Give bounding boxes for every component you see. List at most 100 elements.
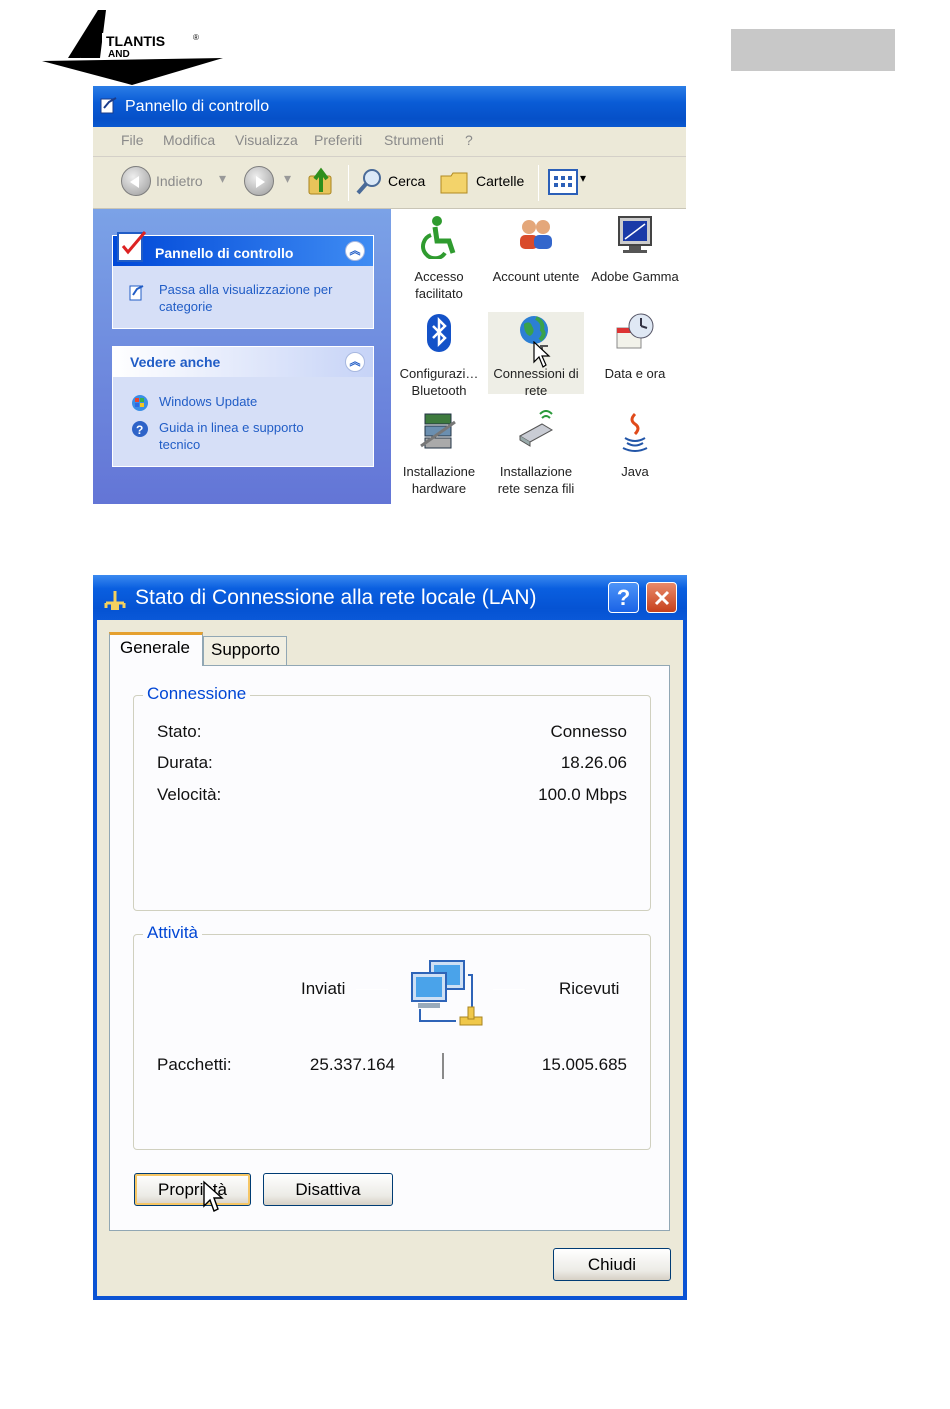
task-pane: Pannello di controllo ︽ Passa alla visua… (93, 209, 391, 504)
close-window-button[interactable] (646, 582, 677, 613)
control-panel-title: Pannello di controllo (125, 98, 270, 115)
mouse-cursor-icon (533, 341, 551, 368)
item-label: Data e ora (604, 366, 666, 381)
svg-text:®: ® (193, 33, 199, 42)
collapse-chevron-icon[interactable]: ︽ (345, 352, 365, 372)
close-button[interactable]: Chiudi (553, 1248, 671, 1281)
control-panel-items: Accesso facilitato Account utente Adobe … (391, 209, 686, 504)
tab-generale[interactable]: Generale (109, 632, 203, 666)
item-adobe-gamma[interactable]: Adobe Gamma (587, 215, 683, 285)
menu-strumenti[interactable]: Strumenti (384, 132, 444, 148)
close-icon (654, 590, 670, 606)
network-connection-icon (104, 591, 126, 610)
item-label: Configurazi… Bluetooth (399, 366, 479, 398)
menu-bar: File Modifica Visualizza Preferiti Strum… (93, 127, 686, 157)
menu-help[interactable]: ? (465, 132, 473, 148)
forward-arrow-icon[interactable] (244, 166, 274, 196)
dialog-title: Stato di Connessione alla rete locale (L… (135, 586, 537, 609)
disable-button[interactable]: Disattiva (263, 1173, 393, 1206)
control-panel-window: Pannello di controllo File Modifica Visu… (93, 86, 686, 504)
received-line (493, 989, 525, 990)
menu-modifica[interactable]: Modifica (163, 132, 215, 148)
wireless-icon (518, 410, 554, 447)
views-icon[interactable] (548, 169, 578, 195)
speed-value: 100.0 Mbps (538, 785, 627, 804)
help-button[interactable]: ? (608, 582, 639, 613)
item-label: Connessioni di rete (493, 366, 579, 398)
speed-label: Velocità: (157, 785, 222, 804)
back-arrow-icon[interactable] (121, 166, 151, 196)
switch-view-icon (129, 285, 144, 301)
see-also-task-box: Vedere anche ︽ Windows Update ? Guida in… (112, 346, 374, 467)
users-icon (520, 220, 552, 249)
item-bluetooth[interactable]: Configurazi… Bluetooth (391, 312, 487, 399)
atlantis-logo: TLANTIS ® AND (42, 10, 223, 85)
tab-supporto[interactable]: Supporto (203, 636, 287, 666)
item-java[interactable]: Java (587, 410, 683, 480)
toolbar-separator (348, 165, 349, 201)
item-installazione-rete-senza-fili[interactable]: Installazione rete senza fili (488, 410, 584, 497)
folders-icon[interactable] (439, 168, 469, 196)
logo-text: TLANTIS (106, 33, 165, 49)
control-panel-task-box: Pannello di controllo ︽ Passa alla visua… (112, 231, 374, 329)
menu-file[interactable]: File (121, 132, 144, 148)
forward-dropdown-icon[interactable]: ▾ (284, 170, 291, 187)
item-accesso-facilitato[interactable]: Accesso facilitato (391, 215, 487, 302)
control-panel-titlebar[interactable]: Pannello di controllo (93, 86, 686, 127)
network-computers-icon (411, 960, 483, 1026)
bluetooth-icon (427, 314, 451, 352)
control-panel-icon (100, 97, 117, 114)
activity-legend: Attività (143, 923, 203, 943)
status-label: Stato: (157, 722, 202, 741)
item-label: Installazione hardware (402, 464, 476, 496)
packets-divider (442, 1053, 444, 1079)
item-data-e-ora[interactable]: Data e ora (587, 312, 683, 382)
accessibility-icon (421, 216, 456, 261)
back-button-label[interactable]: Indietro (156, 173, 203, 189)
windows-update-icon (132, 395, 148, 411)
item-label: Accesso facilitato (414, 269, 464, 301)
menu-visualizza[interactable]: Visualizza (235, 132, 298, 148)
windows-update-link[interactable]: Windows Update (159, 393, 257, 410)
connection-group: Connessione Stato: Connesso Durata: 18.2… (133, 684, 651, 911)
duration-value: 18.26.06 (560, 753, 627, 772)
properties-button[interactable]: Proprietà (134, 1173, 251, 1206)
dialog-titlebar[interactable]: Stato di Connessione alla rete locale (L… (93, 575, 687, 620)
collapse-chevron-icon[interactable]: ︽ (345, 241, 365, 261)
sent-label: Inviati (301, 979, 346, 998)
item-installazione-hardware[interactable]: Installazione hardware (391, 410, 487, 497)
monitor-icon (618, 216, 652, 253)
item-label: Java (621, 464, 649, 479)
views-dropdown-icon[interactable]: ▾ (580, 171, 586, 185)
item-label: Account utente (492, 269, 580, 284)
mouse-cursor-icon (203, 1180, 224, 1212)
packets-label: Pacchetti: (157, 1055, 232, 1074)
lan-status-dialog: Stato di Connessione alla rete locale (L… (93, 575, 687, 1300)
folder-up-icon[interactable] (306, 166, 336, 198)
header-placeholder-box (731, 29, 895, 71)
item-label: Installazione rete senza fili (497, 464, 575, 496)
checklist-icon (117, 231, 147, 262)
received-label: Ricevuti (559, 979, 620, 998)
back-dropdown-icon[interactable]: ▾ (219, 170, 226, 187)
sent-line (356, 989, 388, 990)
dialog-body: Generale Supporto Connessione Stato: Con… (97, 620, 683, 1296)
see-also-header[interactable]: Vedere anche ︽ (113, 347, 373, 377)
folders-button-label[interactable]: Cartelle (476, 173, 524, 189)
packets-sent-value: 25.337.164 (309, 1055, 395, 1074)
tab-page-generale: Connessione Stato: Connesso Durata: 18.2… (109, 665, 670, 1231)
switch-to-category-view-link[interactable]: Passa alla visualizzazione per categorie (159, 281, 359, 315)
svg-text:?: ? (136, 423, 143, 437)
task-box-header[interactable]: Pannello di controllo ︽ (113, 231, 373, 266)
status-value: Connesso (550, 722, 627, 741)
help-support-icon: ? (132, 421, 148, 437)
help-support-link[interactable]: Guida in linea e supporto tecnico (159, 419, 329, 453)
search-button-label[interactable]: Cerca (388, 173, 425, 189)
search-icon[interactable] (355, 166, 385, 198)
menu-preferiti[interactable]: Preferiti (314, 132, 362, 148)
java-icon (622, 412, 648, 452)
hardware-icon (420, 413, 456, 449)
item-account-utente[interactable]: Account utente (488, 215, 584, 285)
svg-text:AND: AND (108, 49, 130, 60)
toolbar: Indietro ▾ ▾ Cerca Cartelle ▾ (93, 157, 686, 209)
